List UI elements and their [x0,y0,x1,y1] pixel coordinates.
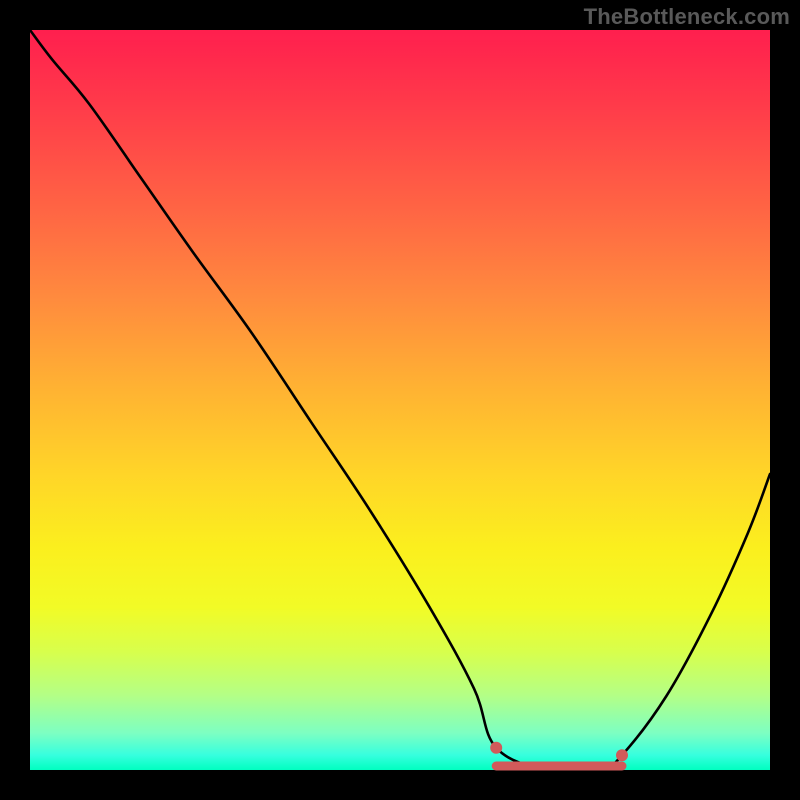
curve-layer [30,30,770,770]
chart-frame: TheBottleneck.com [0,0,800,800]
bottleneck-curve [30,30,770,773]
watermark-text: TheBottleneck.com [584,4,790,30]
flat-segment-dot-right [616,749,628,761]
flat-segment-dot-left [490,742,502,754]
